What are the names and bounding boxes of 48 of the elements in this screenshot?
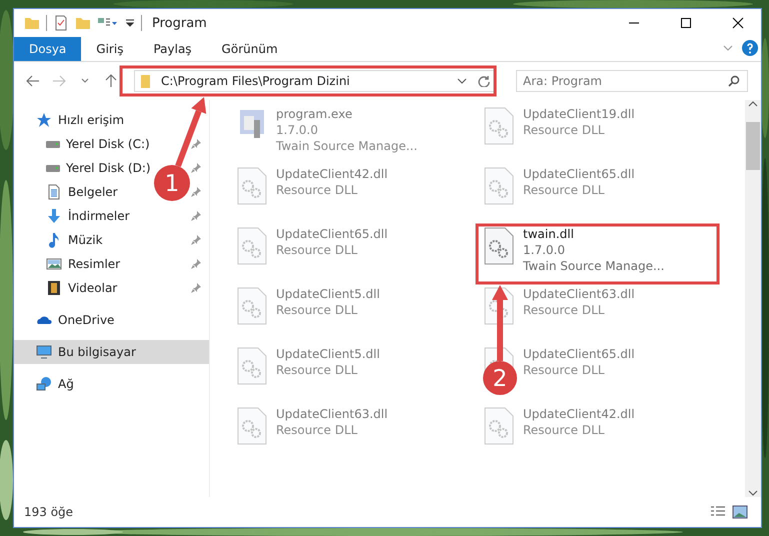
file-detail: 1.7.0.0 — [276, 122, 319, 138]
file-name[interactable]: UpdateClient63.dll — [523, 286, 635, 302]
file-detail: Resource DLL — [276, 422, 358, 438]
file-name[interactable]: UpdateClient5.dll — [276, 346, 380, 362]
file-detail: Twain Source Manage... — [523, 258, 664, 274]
file-detail: 1.7.0.0 — [523, 242, 566, 258]
file-name[interactable]: UpdateClient5.dll — [276, 286, 380, 302]
step-badge: 1 — [154, 165, 190, 201]
selected-row[interactable]: Bu bilgisayar — [14, 340, 209, 364]
step-badge: 2 — [483, 361, 517, 395]
ribbon-tab[interactable]: Paylaş — [138, 37, 207, 61]
ribbon-tab[interactable]: Giriş — [81, 37, 138, 61]
file-detail: Resource DLL — [523, 422, 606, 438]
file-detail: Resource DLL — [276, 242, 358, 258]
file-detail: Resource DLL — [523, 302, 606, 318]
file-name[interactable]: UpdateClient65.dll — [523, 166, 635, 182]
sidebar-item[interactable]: Yerel Disk (D:) — [66, 161, 151, 175]
sidebar-item[interactable]: Müzik — [68, 233, 103, 247]
window-title: Program — [152, 16, 208, 30]
ribbon-tab[interactable]: Görünüm — [206, 37, 293, 61]
file-name[interactable]: program.exe — [276, 106, 418, 122]
file-detail: Twain Source Manage... — [276, 138, 418, 154]
sidebar-item[interactable]: Belgeler — [68, 185, 118, 199]
sidebar-item[interactable]: Hızlı erişim — [58, 113, 124, 127]
file-detail: Resource DLL — [523, 182, 606, 198]
sidebar-item[interactable]: Yerel Disk (C:) — [66, 137, 150, 151]
sidebar-item[interactable]: Resimler — [68, 257, 120, 271]
file-name[interactable]: UpdateClient19.dll — [523, 106, 635, 122]
file-name[interactable]: UpdateClient65.dll — [276, 226, 388, 242]
file-detail: Resource DLL — [276, 362, 358, 378]
sidebar-item[interactable]: Bu bilgisayar — [58, 345, 136, 359]
sidebar-item[interactable]: İndirmeler — [68, 209, 130, 223]
search-field[interactable]: Ara: Program — [516, 70, 748, 92]
file-name[interactable]: UpdateClient42.dll — [523, 406, 635, 422]
sidebar-item[interactable]: Ağ — [58, 377, 74, 391]
sidebar-item[interactable]: OneDrive — [58, 313, 114, 327]
file-name[interactable]: twain.dll — [523, 226, 664, 242]
file-detail: Resource DLL — [276, 302, 358, 318]
address-bar[interactable]: C:\Program Files\Program Dizini — [134, 70, 496, 92]
file-detail: Resource DLL — [523, 122, 606, 138]
file-name[interactable]: UpdateClient65.dll — [523, 346, 635, 362]
sidebar-item[interactable]: Videolar — [68, 281, 118, 295]
file-detail: Resource DLL — [523, 362, 606, 378]
file-name[interactable]: UpdateClient63.dll — [276, 406, 388, 422]
item-count: 193 öğe — [24, 505, 74, 519]
file-name[interactable]: UpdateClient42.dll — [276, 166, 388, 182]
ribbon-tab[interactable]: Dosya — [14, 37, 82, 61]
file-detail: Resource DLL — [276, 182, 358, 198]
